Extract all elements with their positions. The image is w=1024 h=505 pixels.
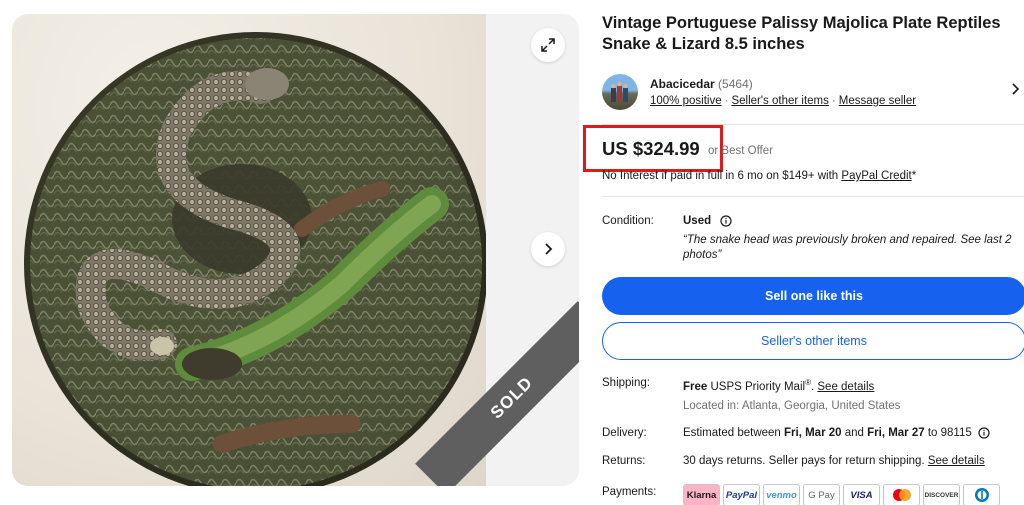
visa-label: VISA <box>850 489 873 501</box>
best-offer-text: or Best Offer <box>708 145 773 157</box>
condition-label: Condition: <box>602 215 654 227</box>
image-gallery[interactable]: SOLD <box>12 14 579 486</box>
seller-positive-link[interactable]: 100% positive <box>650 95 722 107</box>
chevron-right-icon[interactable] <box>1010 82 1022 96</box>
majolica-plate-image <box>24 32 486 486</box>
gpay-label: G Pay <box>808 489 835 501</box>
item-details-panel: Vintage Portuguese Palissy Majolica Plat… <box>583 0 1024 505</box>
delivery-prefix: Estimated between <box>683 427 785 440</box>
sell-one-like-this-button[interactable]: Sell one like this <box>602 277 1024 315</box>
seller-feedback-count: (5464) <box>718 77 753 91</box>
discover-label: DISCOVER <box>924 491 959 499</box>
venmo-icon: venmo <box>763 484 800 505</box>
divider <box>602 196 1024 197</box>
paypal-icon: PayPal <box>723 484 760 505</box>
returns-label: Returns: <box>602 455 646 467</box>
product-photo[interactable] <box>12 14 486 486</box>
expand-icon <box>541 38 555 52</box>
delivery-date-end: Fri, Mar 27 <box>867 427 925 440</box>
shipping-service: USPS Priority Mail <box>707 380 806 393</box>
chevron-right-icon <box>545 243 553 255</box>
avatar-photo <box>611 81 628 102</box>
credit-prefix: No Interest if paid in full in 6 mo on $… <box>602 170 842 182</box>
shipping-label: Shipping: <box>602 377 650 389</box>
info-icon[interactable] <box>978 427 990 439</box>
google-pay-icon: G Pay <box>803 484 840 505</box>
returns-text: 30 days returns. Seller pays for return … <box>683 455 928 467</box>
shipping-value: Free USPS Priority Mail®. See details <box>683 378 874 393</box>
credit-suffix: * <box>911 170 917 182</box>
shipping-see-details-link[interactable]: See details <box>817 381 874 393</box>
mastercard-icon <box>883 484 920 505</box>
expand-image-button[interactable] <box>531 28 565 62</box>
condition-value: Used <box>683 215 712 228</box>
diners-logo <box>974 488 989 502</box>
info-icon[interactable] <box>720 215 732 227</box>
payment-methods: Klarna PayPal venmo G Pay VISA DISCOVER <box>683 484 1000 505</box>
paypal-label: PayPal <box>725 489 758 501</box>
returns-value: 30 days returns. Seller pays for return … <box>683 455 985 467</box>
delivery-label: Delivery: <box>602 427 647 439</box>
delivery-and: and <box>841 427 868 440</box>
seller-links: 100% positive · Seller's other items · Messa… <box>650 95 917 107</box>
condition-note: “The snake head was previously broken an… <box>683 234 1012 261</box>
condition-value-line: Used <box>683 215 732 227</box>
sellers-other-items-button[interactable]: Seller's other items <box>602 322 1024 360</box>
discover-icon: DISCOVER <box>923 484 960 505</box>
delivery-suffix: to 98115 <box>924 427 972 440</box>
seller-name-line: Abacicedar (5464) <box>650 77 753 91</box>
diners-icon <box>963 484 1000 505</box>
paypal-credit-link[interactable]: PayPal Credit <box>841 170 911 182</box>
paypal-credit-line: No Interest if paid in full in 6 mo on $… <box>602 170 916 182</box>
seller-avatar[interactable] <box>602 74 638 110</box>
returns-see-details-link[interactable]: See details <box>928 455 985 467</box>
klarna-icon: Klarna <box>683 484 720 505</box>
message-seller-link[interactable]: Message seller <box>839 95 916 107</box>
venmo-label: venmo <box>766 489 797 501</box>
payments-label: Payments: <box>602 486 657 498</box>
item-price: US $324.99 <box>602 138 700 159</box>
seller-info[interactable]: Abacicedar (5464) 100% positive · Seller's… <box>602 74 1024 118</box>
visa-icon: VISA <box>843 484 880 505</box>
mastercard-logo <box>892 489 911 501</box>
next-image-button[interactable] <box>531 232 565 266</box>
item-location: Located in: Atlanta, Georgia, United Sta… <box>683 400 901 412</box>
delivery-value: Estimated between Fri, Mar 20 and Fri, M… <box>683 427 990 439</box>
seller-name[interactable]: Abacicedar <box>650 77 715 91</box>
klarna-label: Klarna <box>686 489 717 501</box>
delivery-date-start: Fri, Mar 20 <box>784 427 842 440</box>
seller-other-items-link[interactable]: Seller's other items <box>731 95 828 107</box>
shipping-free: Free <box>683 380 708 393</box>
item-title: Vintage Portuguese Palissy Majolica Plat… <box>602 14 1001 53</box>
